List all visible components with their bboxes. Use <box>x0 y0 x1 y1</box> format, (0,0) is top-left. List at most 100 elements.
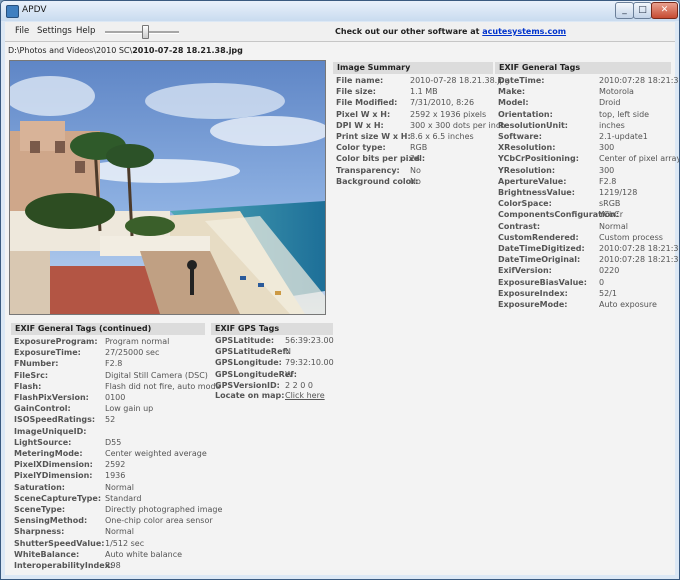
info-value: Auto exposure <box>599 300 657 309</box>
info-row: BrightnessValue: 1219/128 <box>498 187 674 198</box>
info-row: Print size W x H: 8.6 x 6.5 inches <box>336 131 494 142</box>
info-key: PixelXDimension: <box>14 460 93 470</box>
info-row: ImageUniqueID: <box>14 426 209 437</box>
minimize-button[interactable]: _ <box>615 2 634 19</box>
exif-continued-header: EXIF General Tags (continued) <box>11 323 205 335</box>
info-row: ISOSpeedRatings: 52 <box>14 414 209 425</box>
info-key: File name: <box>336 76 384 85</box>
info-value: W <box>285 369 293 379</box>
close-button[interactable]: ✕ <box>651 2 678 19</box>
title-bar[interactable]: APDV _ □ ✕ <box>1 1 679 21</box>
info-row: Saturation: Normal <box>14 482 209 493</box>
info-key: Software: <box>498 132 542 141</box>
info-row: Model: Droid <box>498 97 674 108</box>
info-key: YResolution: <box>498 165 556 175</box>
info-key: ExposureTime: <box>14 348 81 358</box>
info-value: 0 <box>599 277 605 287</box>
info-row: ExposureIndex: 52/1 <box>498 288 674 299</box>
info-value: 1/512 sec <box>105 538 145 548</box>
info-row: YResolution: 300 <box>498 165 674 176</box>
info-key: Sharpness: <box>14 527 65 537</box>
info-value: D55 <box>105 437 122 447</box>
info-value: Flash did not fire, auto mode <box>105 381 221 391</box>
info-row: SceneCaptureType: Standard <box>14 493 209 504</box>
info-value: Motorola <box>599 87 634 97</box>
info-row: WhiteBalance: Auto white balance <box>14 549 209 560</box>
info-value: Standard <box>105 493 142 503</box>
info-row: Background color: No <box>336 176 494 187</box>
info-key: ExposureMode: <box>498 300 568 309</box>
info-row: GainControl: Low gain up <box>14 403 209 414</box>
window-title: APDV <box>22 5 47 15</box>
info-key: ImageUniqueID: <box>14 426 87 436</box>
beach-photo-image <box>10 61 325 314</box>
menu-help[interactable]: Help <box>76 26 95 36</box>
info-row: GPSLongitudeRef: W <box>215 369 340 380</box>
photo-preview[interactable] <box>9 60 326 315</box>
info-value: Directly photographed image <box>105 505 223 514</box>
info-value: 2010-07-28 18.21.38.jpg <box>410 76 510 85</box>
info-row: FileSrc: Digital Still Camera (DSC) <box>14 370 209 381</box>
info-key: ExposureProgram: <box>14 337 98 346</box>
info-value: 1.1 MB <box>410 87 438 97</box>
info-value: Digital Still Camera (DSC) <box>105 370 208 380</box>
info-row: Flash: Flash did not fire, auto mode <box>14 381 220 392</box>
info-key: ExposureBiasValue: <box>498 277 587 287</box>
menu-file[interactable]: File <box>15 26 29 36</box>
info-key: ExposureIndex: <box>498 288 568 298</box>
info-key: FlashPixVersion: <box>14 393 89 402</box>
info-row: InteroperabilityIndex: R98 <box>14 560 209 571</box>
promo-text: Check out our other software at acutesys… <box>335 27 566 36</box>
info-value: 52/1 <box>599 288 617 298</box>
info-value: 300 <box>599 165 615 175</box>
app-icon <box>6 5 19 18</box>
info-value: 7/31/2010, 8:26 <box>410 98 475 108</box>
promo-link[interactable]: acutesystems.com <box>482 27 566 36</box>
info-row: FNumber: F2.8 <box>14 358 209 369</box>
info-row: Sharpness: Normal <box>14 526 209 537</box>
zoom-slider-thumb[interactable] <box>142 25 149 39</box>
menu-settings[interactable]: Settings <box>37 26 72 36</box>
info-value: 2010:07:28 18:21:35 <box>599 244 680 253</box>
info-key: FileSrc: <box>14 370 49 380</box>
info-value: 0100 <box>105 393 126 402</box>
info-row: MeteringMode: Center weighted average <box>14 448 209 459</box>
info-row: DateTimeOriginal: 2010:07:28 18:21:35 <box>498 254 679 265</box>
info-key: WhiteBalance: <box>14 549 80 559</box>
info-row: ExposureBiasValue: 0 <box>498 277 674 288</box>
info-key: GPSLatitude: <box>215 336 275 345</box>
info-row: Orientation: top, left side <box>498 109 674 120</box>
info-key: GainControl: <box>14 404 71 414</box>
info-row: ResolutionUnit: inches <box>498 120 674 131</box>
info-key: DateTimeOriginal: <box>498 255 581 265</box>
info-row: ExposureMode: Auto exposure <box>498 299 674 310</box>
info-row: Software: 2.1-update1 <box>498 131 674 142</box>
info-key: InteroperabilityIndex: <box>14 561 114 570</box>
info-key: File Modified: <box>336 98 398 108</box>
info-value: sRGB <box>599 199 621 209</box>
info-value: No <box>410 165 421 175</box>
info-value: 52 <box>105 415 116 425</box>
info-row: GPSLatitude: 56:39:23.00 <box>215 335 340 346</box>
locate-on-map-label: Locate on map: <box>215 391 285 400</box>
locate-on-map-link[interactable]: Click here <box>285 390 325 401</box>
info-value: F2.8 <box>599 176 617 186</box>
info-key: Print size W x H: <box>336 132 411 141</box>
main-panel: D:\Photos and Videos\2010 SC\2010-07-28 … <box>5 42 679 575</box>
info-value: N <box>285 347 291 357</box>
info-key: Make: <box>498 87 526 97</box>
info-key: ExifVersion: <box>498 266 552 276</box>
info-row: XResolution: 300 <box>498 142 674 153</box>
info-value: Program normal <box>105 337 170 346</box>
info-row: YCbCrPositioning: Center of pixel array <box>498 153 679 164</box>
info-row: ExposureTime: 27/25000 sec <box>14 347 209 358</box>
info-value: 2592 <box>105 460 126 470</box>
info-value: Auto white balance <box>105 549 183 559</box>
info-key: BrightnessValue: <box>498 188 575 197</box>
exif-gps-header: EXIF GPS Tags <box>211 323 333 335</box>
maximize-button[interactable]: □ <box>633 2 652 19</box>
info-row: ComponentsConfiguration: YCbCr <box>498 209 674 220</box>
info-value: Center of pixel array <box>599 154 680 164</box>
info-key: Color type: <box>336 143 386 153</box>
info-row: File Modified: 7/31/2010, 8:26 <box>336 97 494 108</box>
